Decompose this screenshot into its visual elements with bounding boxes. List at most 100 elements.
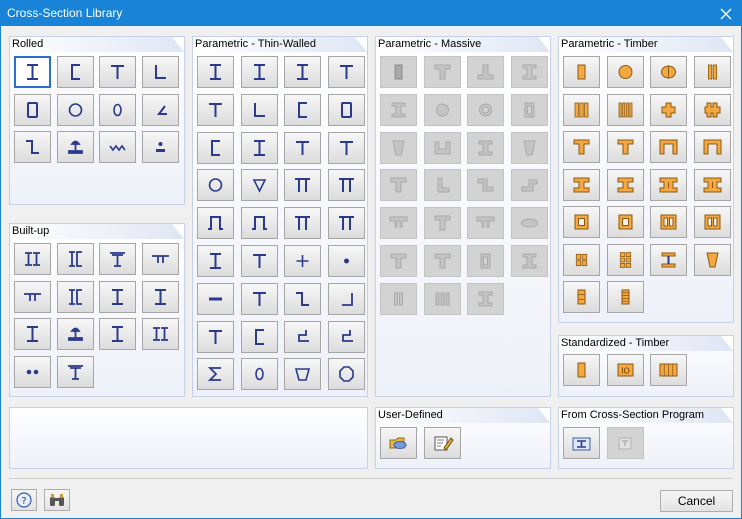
section-tile-timber-double-box[interactable] <box>650 206 687 238</box>
section-tile-tw-pi-top[interactable] <box>284 207 321 240</box>
section-tile-timber-grid-4[interactable] <box>563 243 600 276</box>
section-tile-tw-pi-narrow[interactable] <box>327 207 365 240</box>
section-tile-m-step[interactable] <box>510 169 548 202</box>
section-tile-tw-omega[interactable] <box>197 207 234 240</box>
section-tile-sheet-pile[interactable] <box>99 131 136 163</box>
section-tile-section-program[interactable] <box>563 427 600 459</box>
section-tile-timber-grid-6[interactable] <box>606 243 644 276</box>
section-tile-timber-triple-rect[interactable] <box>563 93 600 126</box>
section-tile-timber-t[interactable] <box>563 131 600 163</box>
section-tile-tw-dot[interactable] <box>327 245 365 277</box>
section-tile-tw-sigma[interactable] <box>197 358 234 391</box>
section-tile-plated-i[interactable] <box>141 280 179 313</box>
section-tile-m-double-rect[interactable] <box>380 282 417 315</box>
section-tile-timber-rect[interactable] <box>563 56 600 88</box>
section-tile-m-t-slab-2[interactable] <box>423 245 461 277</box>
section-tile-t-builtup[interactable] <box>56 355 94 388</box>
section-tile-open-folder[interactable] <box>380 427 417 459</box>
section-tile-tw-i-var[interactable] <box>240 131 278 164</box>
section-tile-tw-ellipse[interactable] <box>240 358 278 391</box>
help-button[interactable]: ? <box>11 489 37 511</box>
section-tile-timber-box-narrow[interactable] <box>606 206 644 238</box>
section-tile-tw-t-i[interactable] <box>327 56 365 88</box>
section-tile-i-channel[interactable] <box>56 280 94 313</box>
section-tile-timber-pi[interactable] <box>650 131 687 163</box>
section-tile-angle[interactable] <box>141 56 179 88</box>
section-tile-timber-i[interactable] <box>563 168 600 201</box>
section-tile-i-t[interactable] <box>99 280 136 313</box>
section-tile-m-double-t[interactable] <box>380 207 417 240</box>
section-tile-tw-pi-flange[interactable] <box>327 169 365 202</box>
section-tile-oval-hollow[interactable] <box>99 93 136 126</box>
section-tile-m-double-t-narrow[interactable] <box>467 207 504 240</box>
section-tile-timber-pi-narrow[interactable] <box>693 131 731 163</box>
section-tile-tw-hook-lip[interactable] <box>327 320 365 353</box>
section-tile-m-rect[interactable] <box>380 56 417 88</box>
section-tile-section-program-2[interactable] <box>606 427 644 459</box>
section-tile-tw-cross-t[interactable] <box>240 245 278 277</box>
section-tile-box-girder[interactable] <box>141 318 179 350</box>
section-tile-m-t-haunch[interactable] <box>380 169 417 202</box>
section-tile-m-z[interactable] <box>467 169 504 202</box>
section-tile-m-i-cap[interactable] <box>467 282 504 315</box>
section-tile-timber-t-narrow[interactable] <box>606 131 644 163</box>
section-tile-timber-i-narrow[interactable] <box>606 168 644 201</box>
section-tile-timber-i-web[interactable] <box>650 243 687 276</box>
section-tile-m-t[interactable] <box>423 56 461 88</box>
section-tile-timber-double-i[interactable] <box>650 168 687 201</box>
section-tile-circular-hollow[interactable] <box>56 93 94 126</box>
section-tile-tw-plus[interactable] <box>284 245 321 277</box>
section-tile-m-i[interactable] <box>510 56 548 88</box>
section-tile-tw-t-top[interactable] <box>284 131 321 164</box>
section-tile-m-triple-rect[interactable] <box>423 282 461 315</box>
section-tile-timber-layered-5[interactable] <box>606 281 644 313</box>
section-tile-double-channel[interactable] <box>56 243 94 275</box>
section-tile-tw-circle[interactable] <box>197 169 234 202</box>
section-tile-m-circle[interactable] <box>423 93 461 126</box>
section-tile-tw-triangle[interactable] <box>240 169 278 202</box>
section-tile-double-i[interactable] <box>14 243 51 275</box>
section-tile-double-round[interactable] <box>14 355 51 388</box>
section-tile-timber-double-box-wide[interactable] <box>693 206 731 238</box>
section-tile-m-ring[interactable] <box>467 93 504 126</box>
section-tile-double-angle[interactable] <box>141 243 179 275</box>
section-tile-tw-omega-lip[interactable] <box>240 207 278 240</box>
section-tile-tw-t[interactable] <box>197 93 234 126</box>
section-tile-rectangular-hollow[interactable] <box>14 93 51 126</box>
section-tile-double-t[interactable] <box>14 280 51 313</box>
section-tile-tw-channel[interactable] <box>197 131 234 164</box>
section-tile-rail-builtup[interactable] <box>56 318 94 350</box>
section-tile-tw-t-inv[interactable] <box>240 282 278 315</box>
section-tile-tw-cross-i[interactable] <box>197 245 234 277</box>
section-tile-tw-z[interactable] <box>284 282 321 315</box>
section-tile-tw-rect[interactable] <box>327 93 365 126</box>
section-tile-channel[interactable] <box>56 56 94 88</box>
section-tile-i-cover[interactable] <box>14 318 51 350</box>
section-tile-tw-y[interactable] <box>327 131 365 164</box>
section-tile-rail[interactable] <box>56 131 94 163</box>
section-tile-timber-layered-3[interactable] <box>563 281 600 313</box>
section-tile-round-bar[interactable] <box>141 131 179 163</box>
section-tile-tw-octagon[interactable] <box>327 358 365 391</box>
section-tile-tw-pi[interactable] <box>284 169 321 202</box>
section-tile-i-section[interactable] <box>14 56 51 88</box>
section-tile-tw-flat[interactable] <box>197 282 234 315</box>
section-tile-m-i-taper[interactable] <box>380 93 417 126</box>
close-button[interactable] <box>711 1 741 26</box>
section-tile-z-section[interactable] <box>14 131 51 163</box>
section-tile-tw-t-base[interactable] <box>197 320 234 353</box>
section-tile-timber-round-cut[interactable] <box>650 56 687 88</box>
section-tile-timber-trapezoid[interactable] <box>693 243 731 276</box>
section-tile-tw-c[interactable] <box>284 93 321 126</box>
section-tile-tw-c-lip[interactable] <box>240 320 278 353</box>
section-tile-m-trapezoid[interactable] <box>380 131 417 164</box>
section-tile-m-inv-t[interactable] <box>467 56 504 88</box>
section-tile-timber-box[interactable] <box>563 206 600 238</box>
search-library-button[interactable] <box>44 489 70 511</box>
section-tile-t-section[interactable] <box>99 56 136 88</box>
section-tile-tw-hook[interactable] <box>284 320 321 353</box>
section-tile-std-timber-io[interactable]: IO <box>606 354 644 386</box>
section-tile-m-i-var[interactable] <box>467 131 504 164</box>
section-tile-tw-angle[interactable] <box>240 93 278 126</box>
section-tile-std-timber-layered[interactable] <box>650 354 687 386</box>
